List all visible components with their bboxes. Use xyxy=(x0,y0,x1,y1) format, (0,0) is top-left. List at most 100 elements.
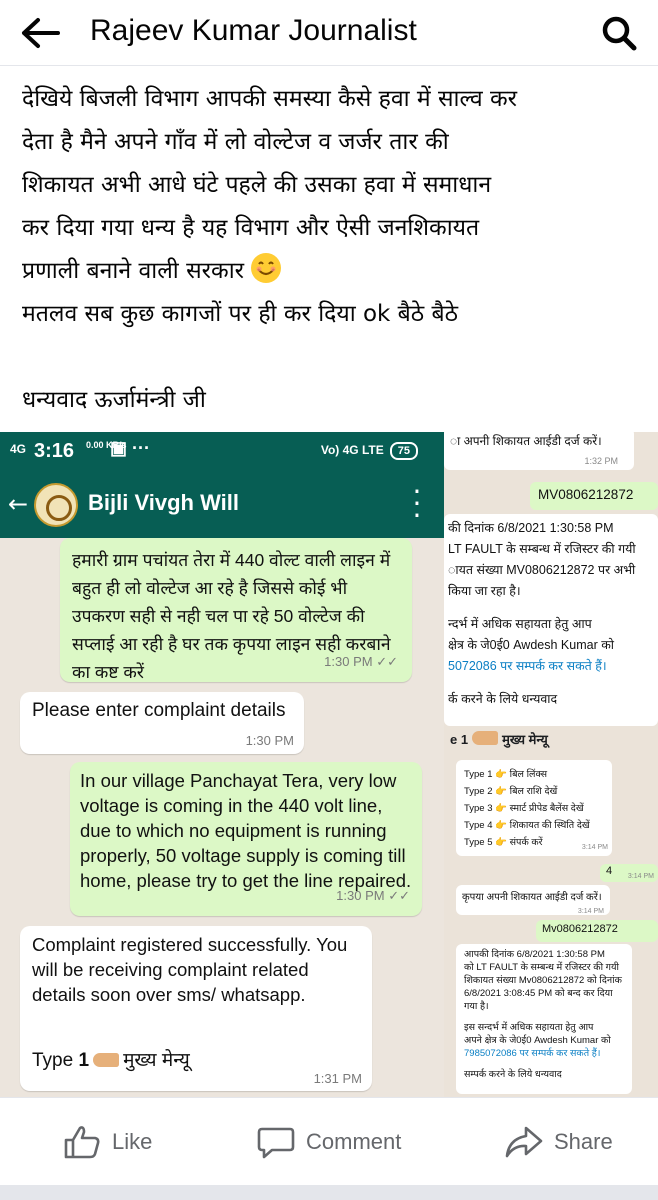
pointing-hand-icon xyxy=(93,1053,120,1067)
network-type: Vo) 4G LTE xyxy=(320,443,384,457)
pointing-hand-icon xyxy=(472,731,499,745)
menu-item: Type 1 👉 बिल लिंक्स xyxy=(464,769,548,780)
share-button[interactable]: Share xyxy=(504,1122,613,1162)
post-line: देखिये बिजली विभाग आपकी समस्या कैसे हवा … xyxy=(22,86,518,112)
signal-indicator: 4G xyxy=(10,442,27,456)
post-actions-bar: Like Comment Share xyxy=(0,1097,658,1185)
message-text: कृपया अपनी शिकायत आईडी दर्ज करें। xyxy=(462,892,602,903)
read-ticks-icon: ✓✓ xyxy=(376,654,398,669)
message-line: किया जा रहा है। xyxy=(448,584,521,598)
message-time: 3:14 PM xyxy=(577,908,604,915)
message-bubble-incoming: कृपया अपनी शिकायत आईडी दर्ज करें। 3:14 P… xyxy=(456,885,610,915)
type-label: Type xyxy=(32,1050,74,1071)
message-time: 3:14 PM xyxy=(581,844,608,851)
comment-label: Comment xyxy=(306,1129,402,1154)
type-number: 1 xyxy=(78,1050,90,1071)
thumbs-up-icon xyxy=(64,1126,100,1159)
message-time-text: 1:30 PM xyxy=(324,654,373,669)
more-options-icon: · · · xyxy=(412,475,422,532)
message-text: Please enter complaint details xyxy=(32,700,286,721)
post-line: शिकायत अभी आधे घंटे पहले की उसका हवा में… xyxy=(22,172,492,198)
message-time: 1:32 PM xyxy=(584,456,618,466)
message-time: 1:30 PM ✓✓ xyxy=(336,883,410,908)
menu-item: Type 3 👉 स्मार्ट प्रीपेड बैलेंस देखें xyxy=(464,803,584,814)
search-icon[interactable] xyxy=(598,12,640,54)
message-line: LT FAULT के सम्बन्ध में रजिस्टर की गयी xyxy=(448,542,636,556)
bottom-divider xyxy=(0,1185,658,1200)
message-line: की दिनांक 6/8/2021 1:30:58 PM xyxy=(448,521,614,535)
message-text: ा अपनी शिकायत आईडी दर्ज करें। xyxy=(450,434,602,448)
comment-button[interactable]: Comment xyxy=(256,1122,401,1162)
message-text: Complaint registered successfully. You w… xyxy=(32,934,348,1005)
message-line: र्क करने के लिये धन्यवाद xyxy=(448,692,558,706)
message-bubble-outgoing: हमारी ग्राम पचांयत तेरा में 440 वोल्ट वा… xyxy=(60,538,412,682)
message-line: न्दर्भ में अधिक सहायता हेतु आप xyxy=(448,617,592,631)
menu-bubble: Type 1 👉 बिल लिंक्स Type 2 👉 बिल राशि दे… xyxy=(456,760,612,856)
whatsapp-screenshot-right[interactable]: ा अपनी शिकायत आईडी दर्ज करें। 1:32 PM MV… xyxy=(444,432,658,1097)
post-line: धन्यवाद ऊर्जामंन्त्री जी xyxy=(22,387,206,413)
message-line: आपकी दिनांक 6/8/2021 1:30:58 PM xyxy=(464,949,605,960)
post-images[interactable]: 4G 3:16 0.00 KB/s ▣ ··· Vo) 4G LTE 75 ← B… xyxy=(0,432,658,1097)
message-line: अपने क्षेत्र के जे0ई0 Awdesh Kumar को xyxy=(464,1035,611,1046)
phone-link: 5072086 पर सम्पर्क कर सकते हैं। xyxy=(448,659,607,673)
message-bubble-incoming: ा अपनी शिकायत आईडी दर्ज करें। 1:32 PM xyxy=(444,432,634,470)
comment-icon xyxy=(257,1127,295,1159)
message-bubble-incoming: आपकी दिनांक 6/8/2021 1:30:58 PM को LT FA… xyxy=(456,944,632,1094)
message-text: 4 xyxy=(606,865,613,877)
status-time: 3:16 xyxy=(34,440,75,462)
menu-shortcut: Type 1 मुख्य मेन्यू xyxy=(32,1048,190,1073)
chat-back-icon: ← xyxy=(8,490,29,518)
message-time-text: 1:30 PM xyxy=(336,888,385,903)
chat-name: Bijli Vivgh Will xyxy=(88,490,239,515)
menu-shortcut: e 1 मुख्य मेन्यू xyxy=(450,730,548,748)
read-ticks-icon: ✓✓ xyxy=(388,888,410,903)
message-text: MV0806212872 xyxy=(538,487,634,502)
menu-item: Type 2 👉 बिल राशि देखें xyxy=(464,786,558,797)
message-bubble-outgoing: Mv0806212872 xyxy=(536,920,658,942)
phone-link: 7985072086 पर सम्पर्क कर सकते हैं। xyxy=(464,1048,601,1059)
top-bar: Rajeev Kumar Journalist xyxy=(0,0,658,66)
message-bubble-incoming: Please enter complaint details 1:30 PM xyxy=(20,692,304,754)
back-arrow-icon[interactable] xyxy=(18,14,62,52)
message-text: Mv0806212872 xyxy=(542,923,618,935)
message-bubble-outgoing: In our village Panchayat Tera, very low … xyxy=(70,762,422,916)
post-line: कर दिया गया धन्य है यह विभाग और ऐसी जनशि… xyxy=(22,215,480,241)
message-line: क्षेत्र के जे0ई0 Awdesh Kumar को xyxy=(448,638,615,652)
like-button[interactable]: Like xyxy=(62,1122,152,1162)
whatsapp-screenshot-left[interactable]: 4G 3:16 0.00 KB/s ▣ ··· Vo) 4G LTE 75 ← B… xyxy=(0,432,444,1097)
phone-status-bar: 4G 3:16 0.00 KB/s ▣ ··· Vo) 4G LTE 75 xyxy=(0,432,444,472)
message-line: को LT FAULT के सम्बन्ध में रजिस्टर की गय… xyxy=(464,962,619,973)
post-line: मतलव सब कुछ कागजों पर ही कर दिया ok बैठे… xyxy=(22,301,458,327)
post-line-text: प्रणाली बनाने वाली सरकार xyxy=(22,258,245,284)
share-arrow-icon xyxy=(505,1126,543,1158)
message-line: 6/8/2021 3:08:45 PM को बन्द कर दिया xyxy=(464,988,613,999)
message-time: 1:30 PM ✓✓ xyxy=(324,648,398,676)
post-text: देखिये बिजली विभाग आपकी समस्या कैसे हवा … xyxy=(22,78,642,422)
like-label: Like xyxy=(112,1129,153,1154)
chat-header: ← Bijli Vivgh Will · · · xyxy=(0,472,444,538)
post-line: देता है मैने अपने गाँव में लो वोल्टेज व … xyxy=(22,129,449,155)
share-label: Share xyxy=(554,1129,613,1154)
type-text: मुख्य मेन्यू xyxy=(123,1050,190,1071)
message-line: ायत संख्या MV0806212872 पर अभी xyxy=(448,563,636,577)
avatar xyxy=(34,483,78,527)
message-line: सम्पर्क करने के लिये धन्यवाद xyxy=(464,1069,562,1080)
message-text: In our village Panchayat Tera, very low … xyxy=(80,770,412,891)
message-line: गया है। xyxy=(464,1001,489,1012)
notification-dots: ▣ ··· xyxy=(110,438,150,458)
battery-icon: 75 xyxy=(389,442,418,460)
message-time: 1:31 PM xyxy=(313,1071,362,1086)
message-line: इस सन्दर्भ में अधिक सहायता हेतु आप xyxy=(464,1022,594,1033)
page-title: Rajeev Kumar Journalist xyxy=(90,14,417,47)
message-bubble-incoming: Complaint registered successfully. You w… xyxy=(20,926,372,1091)
type-text: मुख्य मेन्यू xyxy=(502,732,548,747)
message-bubble-incoming: की दिनांक 6/8/2021 1:30:58 PM LT FAULT क… xyxy=(444,514,658,726)
menu-item: Type 4 👉 शिकायत की स्थिति देखें xyxy=(464,820,590,831)
type-number: e 1 xyxy=(450,732,469,747)
message-line: शिकायत संख्या Mv0806212872 को दिनांक xyxy=(464,975,622,986)
message-bubble-outgoing: MV0806212872 xyxy=(530,482,658,510)
